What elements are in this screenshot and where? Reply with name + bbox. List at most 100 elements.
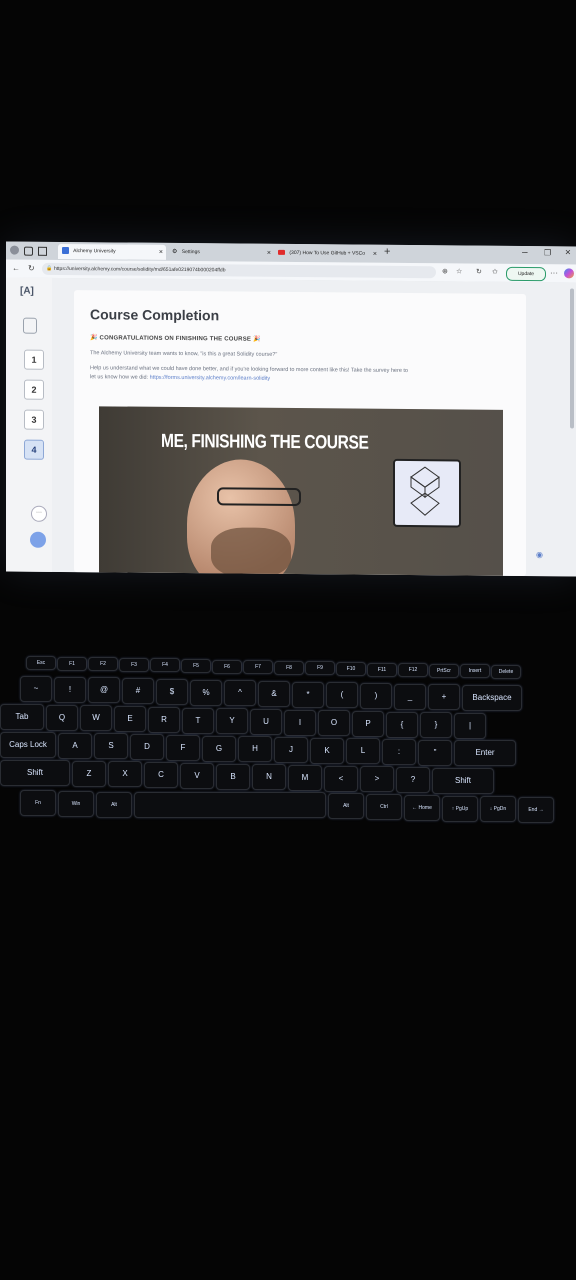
- key-f8[interactable]: F8: [274, 660, 304, 675]
- copilot-icon[interactable]: [564, 268, 574, 279]
- key-[interactable]: *: [292, 681, 324, 708]
- key-end[interactable]: End →: [518, 797, 554, 824]
- key-m[interactable]: M: [288, 764, 322, 791]
- close-icon[interactable]: ×: [159, 245, 163, 260]
- key-[interactable]: ^: [224, 680, 256, 707]
- key-j[interactable]: J: [274, 736, 308, 763]
- key-alt[interactable]: Alt: [328, 793, 364, 820]
- key-[interactable]: ~: [20, 676, 52, 702]
- key-[interactable]: _: [394, 683, 426, 710]
- alchemy-logo[interactable]: [A]: [20, 286, 34, 297]
- minimize-icon[interactable]: –: [522, 247, 528, 258]
- key-d[interactable]: D: [130, 734, 164, 761]
- key-win[interactable]: Win: [58, 790, 94, 817]
- key-[interactable]: (: [326, 682, 358, 709]
- maximize-icon[interactable]: ❐: [544, 248, 551, 257]
- key-u[interactable]: U: [250, 708, 282, 735]
- profile-icon[interactable]: [10, 245, 19, 255]
- key-f9[interactable]: F9: [305, 661, 335, 676]
- key-a[interactable]: A: [58, 732, 92, 759]
- reload-icon[interactable]: ↻: [28, 263, 35, 275]
- avatar[interactable]: [30, 531, 46, 548]
- key-f5[interactable]: F5: [181, 659, 211, 673]
- step-1[interactable]: 1: [24, 349, 44, 370]
- key-f7[interactable]: F7: [243, 660, 273, 675]
- more-options-button[interactable]: ···: [31, 505, 47, 522]
- key-[interactable]: #: [122, 678, 154, 705]
- key-shift[interactable]: Shift: [432, 767, 494, 794]
- key-f2[interactable]: F2: [88, 657, 118, 672]
- key-space[interactable]: [134, 792, 326, 819]
- key-o[interactable]: O: [318, 710, 350, 737]
- key-[interactable]: +: [428, 684, 460, 711]
- key-pgdn[interactable]: ↓ PgDn: [480, 796, 516, 823]
- key-y[interactable]: Y: [216, 708, 248, 735]
- key-[interactable]: <: [324, 765, 358, 792]
- key-esc[interactable]: Esc: [26, 656, 56, 670]
- reader-icon[interactable]: ⊕: [442, 266, 448, 278]
- key-g[interactable]: G: [202, 735, 236, 762]
- workspaces-icon[interactable]: [24, 246, 33, 256]
- key-[interactable]: $: [156, 678, 188, 705]
- key-e[interactable]: E: [114, 706, 146, 733]
- key-x[interactable]: X: [108, 761, 142, 788]
- key-[interactable]: ?: [396, 767, 430, 793]
- key-delete[interactable]: Delete: [491, 665, 521, 679]
- key-[interactable]: &: [258, 680, 290, 707]
- key-insert[interactable]: Insert: [460, 664, 490, 679]
- key-f1[interactable]: F1: [57, 656, 87, 671]
- key-r[interactable]: R: [148, 706, 180, 733]
- more-icon[interactable]: ···: [550, 267, 558, 279]
- survey-link[interactable]: https://forms.university.alchemy.com/lea…: [150, 375, 271, 382]
- key-f4[interactable]: F4: [150, 658, 180, 673]
- key-i[interactable]: I: [284, 709, 316, 736]
- key-q[interactable]: Q: [46, 704, 78, 731]
- refresh-extension-icon[interactable]: ↻: [476, 267, 482, 279]
- step-4[interactable]: 4: [24, 439, 44, 460]
- close-icon[interactable]: ×: [373, 247, 377, 262]
- key-ctrl[interactable]: Ctrl: [366, 794, 402, 820]
- back-icon[interactable]: ←: [12, 263, 20, 275]
- step-3[interactable]: 3: [24, 409, 44, 430]
- key-[interactable]: :: [382, 739, 416, 765]
- key-b[interactable]: B: [216, 763, 250, 790]
- key-caps-lock[interactable]: Caps Lock: [0, 732, 56, 758]
- update-button[interactable]: Update: [506, 266, 546, 282]
- key-enter[interactable]: Enter: [454, 740, 516, 767]
- close-icon[interactable]: ×: [267, 246, 271, 261]
- key-fn[interactable]: Fn: [20, 790, 56, 816]
- new-tab-icon[interactable]: +: [384, 246, 390, 258]
- key-z[interactable]: Z: [72, 760, 106, 787]
- key-prtscr[interactable]: PrtScr: [429, 663, 459, 678]
- assistant-icon[interactable]: ◉: [536, 550, 543, 559]
- key-alt[interactable]: Alt: [96, 791, 132, 818]
- tab-youtube[interactable]: (307) How To Use GitHub + VSCo ×: [276, 246, 380, 262]
- key-c[interactable]: C: [144, 762, 178, 789]
- key-shift[interactable]: Shift: [0, 760, 70, 786]
- key-home[interactable]: ← Home: [404, 794, 440, 821]
- close-window-icon[interactable]: ×: [565, 247, 571, 258]
- key-t[interactable]: T: [182, 707, 214, 734]
- tab-alchemy-university[interactable]: Alchemy University ×: [58, 243, 166, 260]
- key-[interactable]: >: [360, 766, 394, 793]
- key-w[interactable]: W: [80, 705, 112, 732]
- key-k[interactable]: K: [310, 737, 344, 764]
- key-[interactable]: {: [386, 711, 418, 738]
- tab-actions-icon[interactable]: [38, 246, 47, 256]
- step-2[interactable]: 2: [24, 379, 44, 400]
- key-pgup[interactable]: ↑ PgUp: [442, 795, 478, 822]
- key-f11[interactable]: F11: [367, 662, 397, 677]
- url-input[interactable]: 🔒 https://university.alchemy.com/course/…: [42, 262, 436, 279]
- key-n[interactable]: N: [252, 764, 286, 791]
- key-[interactable]: ": [418, 739, 452, 766]
- key-[interactable]: ): [360, 683, 392, 709]
- key-[interactable]: |: [454, 713, 486, 740]
- key-p[interactable]: P: [352, 711, 384, 737]
- key-tab[interactable]: Tab: [0, 704, 44, 730]
- key-v[interactable]: V: [180, 762, 214, 789]
- star-icon[interactable]: ☆: [456, 266, 462, 278]
- key-f10[interactable]: F10: [336, 662, 366, 676]
- key-l[interactable]: L: [346, 738, 380, 765]
- key-backspace[interactable]: Backspace: [462, 685, 522, 712]
- key-[interactable]: }: [420, 712, 452, 739]
